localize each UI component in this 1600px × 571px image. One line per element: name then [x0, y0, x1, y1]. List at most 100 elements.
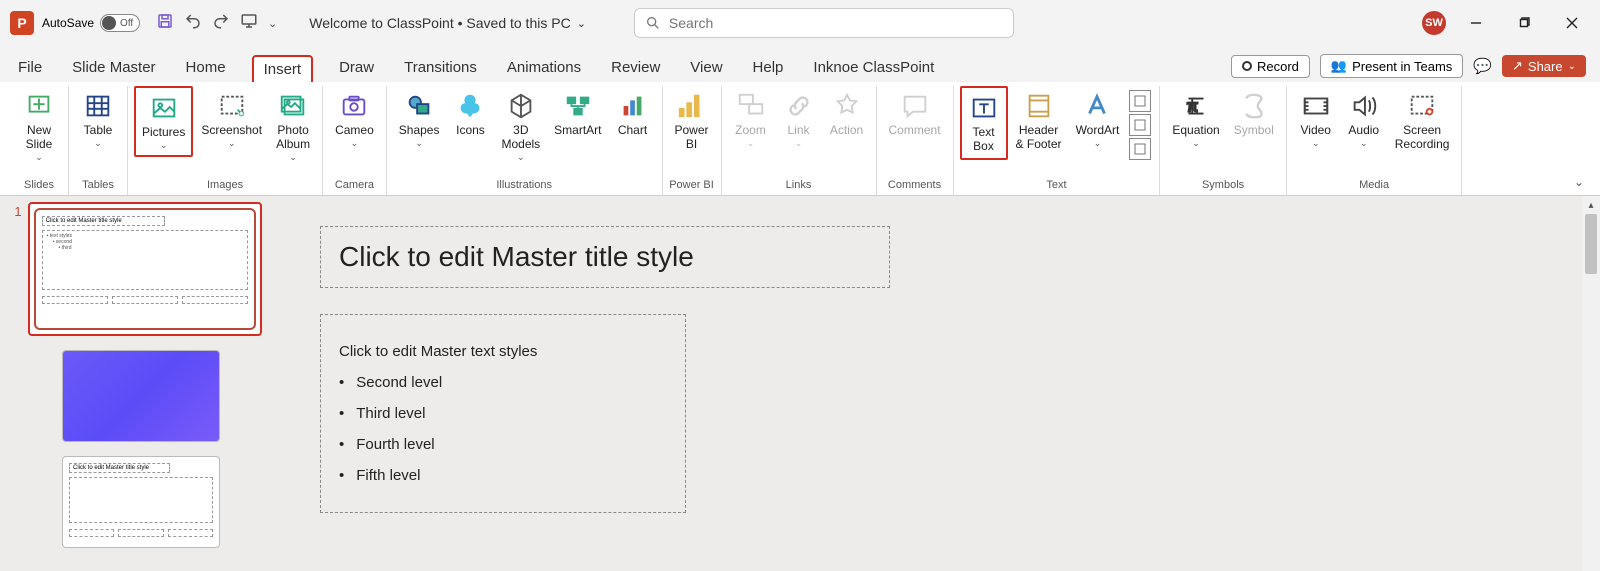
icons-button[interactable]: Icons: [447, 86, 493, 142]
redo-icon[interactable]: [212, 12, 230, 35]
search-input[interactable]: [669, 15, 1003, 31]
layout-thumbnail-1[interactable]: [62, 350, 220, 442]
text-box-button[interactable]: Text Box: [960, 86, 1008, 160]
body-level-1[interactable]: Click to edit Master text styles: [339, 343, 667, 360]
vertical-scrollbar[interactable]: ▴: [1582, 196, 1600, 571]
pictures-button[interactable]: Pictures⌄: [134, 86, 193, 157]
body-level-3[interactable]: Third level: [339, 405, 667, 422]
shapes-button[interactable]: Shapes⌄: [393, 86, 446, 153]
record-button[interactable]: Record: [1231, 55, 1310, 78]
tab-review[interactable]: Review: [607, 53, 664, 82]
comment-icon: [899, 90, 931, 122]
equation-button[interactable]: πEquation⌄: [1166, 86, 1225, 153]
wordart-button[interactable]: WordArt⌄: [1070, 86, 1126, 153]
power-bi-button[interactable]: Power BI: [669, 86, 715, 156]
icons-icon: [454, 90, 486, 122]
user-avatar[interactable]: SW: [1422, 11, 1446, 35]
cameo-button[interactable]: Cameo⌄: [329, 86, 380, 153]
equation-icon: π: [1180, 90, 1212, 122]
body-level-2[interactable]: Second level: [339, 374, 667, 391]
tab-animations[interactable]: Animations: [503, 53, 585, 82]
chevron-down-icon: ⌄: [289, 152, 297, 163]
close-button[interactable]: [1554, 9, 1590, 37]
minimize-button[interactable]: [1458, 9, 1494, 37]
chevron-down-icon: ⌄: [1094, 138, 1102, 149]
chart-button[interactable]: Chart: [610, 86, 656, 142]
save-icon[interactable]: [156, 12, 174, 35]
object-icon[interactable]: [1129, 138, 1151, 160]
chevron-down-icon: ⌄: [94, 138, 102, 149]
table-icon: [82, 90, 114, 122]
title-placeholder[interactable]: Click to edit Master title style: [320, 226, 890, 288]
text-box-icon: [968, 92, 1000, 124]
title-dropdown-icon[interactable]: ⌄: [577, 17, 586, 30]
audio-icon: [1348, 90, 1380, 122]
group-label-images: Images: [207, 177, 243, 195]
present-teams-button[interactable]: 👥 Present in Teams: [1320, 54, 1463, 78]
document-title: Welcome to ClassPoint • Saved to this PC: [309, 15, 570, 31]
tab-file[interactable]: File: [14, 53, 46, 82]
layout-thumbnail-2[interactable]: Click to edit Master title style: [62, 456, 220, 548]
collapse-ribbon-icon[interactable]: ⌄: [1574, 175, 1584, 189]
group-label-illustrations: Illustrations: [496, 177, 552, 195]
scroll-up-icon[interactable]: ▴: [1582, 196, 1600, 214]
group-label-comments: Comments: [888, 177, 941, 195]
audio-button[interactable]: Audio⌄: [1341, 86, 1387, 153]
smartart-icon: [562, 90, 594, 122]
photo-album-button[interactable]: Photo Album⌄: [270, 86, 316, 167]
header-footer-icon: [1023, 90, 1055, 122]
group-label-symbols: Symbols: [1202, 177, 1244, 195]
tab-insert[interactable]: Insert: [252, 55, 314, 82]
table-button[interactable]: Table⌄: [75, 86, 121, 153]
screenshot-icon: [216, 90, 248, 122]
zoom-icon: [735, 90, 767, 122]
chevron-down-icon: ⌄: [228, 138, 236, 149]
comments-pane-icon[interactable]: 💬: [1473, 57, 1492, 75]
share-button[interactable]: ↗ Share ⌄: [1502, 55, 1586, 77]
tab-transitions[interactable]: Transitions: [400, 53, 481, 82]
body-level-5[interactable]: Fifth level: [339, 467, 667, 484]
tab-classpoint[interactable]: Inknoe ClassPoint: [809, 53, 938, 82]
slide-editor[interactable]: Click to edit Master title style Click t…: [270, 196, 1600, 571]
tab-help[interactable]: Help: [749, 53, 788, 82]
chevron-down-icon: ⌄: [1312, 138, 1320, 149]
slide-number: 1: [8, 202, 22, 336]
link-button: Link⌄: [776, 86, 822, 153]
3d-models-button[interactable]: 3D Models⌄: [495, 86, 546, 167]
undo-icon[interactable]: [184, 12, 202, 35]
chart-icon: [617, 90, 649, 122]
tab-view[interactable]: View: [686, 53, 726, 82]
tab-draw[interactable]: Draw: [335, 53, 378, 82]
svg-text:π: π: [1187, 97, 1199, 116]
autosave-toggle[interactable]: Off: [100, 14, 140, 32]
qat-more-icon[interactable]: ⌄: [268, 17, 277, 30]
chevron-down-icon: ⌄: [795, 138, 803, 149]
smartart-button[interactable]: SmartArt: [548, 86, 607, 142]
tab-slide-master[interactable]: Slide Master: [68, 53, 159, 82]
power-bi-icon: [676, 90, 708, 122]
new-slide-button[interactable]: New Slide⌄: [16, 86, 62, 167]
action-icon: [831, 90, 863, 122]
chevron-down-icon: ⌄: [1360, 138, 1368, 149]
search-box[interactable]: [634, 8, 1014, 38]
cameo-icon: [338, 90, 370, 122]
slide-number-icon[interactable]: [1129, 114, 1151, 136]
restore-button[interactable]: [1506, 9, 1542, 37]
screen-recording-icon: [1406, 90, 1438, 122]
link-icon: [783, 90, 815, 122]
master-slide-thumbnail[interactable]: Click to edit Master title style • text …: [28, 202, 262, 336]
tab-home[interactable]: Home: [182, 53, 230, 82]
slide-thumbnail-pane[interactable]: 1 Click to edit Master title style • tex…: [0, 196, 270, 571]
video-button[interactable]: Video⌄: [1293, 86, 1339, 153]
screenshot-button[interactable]: Screenshot⌄: [195, 86, 268, 153]
present-icon[interactable]: [240, 12, 258, 35]
chevron-down-icon: ⌄: [747, 138, 755, 149]
scrollbar-thumb[interactable]: [1585, 214, 1597, 274]
date-time-icon[interactable]: [1129, 90, 1151, 112]
content-placeholder[interactable]: Click to edit Master text styles Second …: [320, 314, 686, 513]
body-level-4[interactable]: Fourth level: [339, 436, 667, 453]
screen-recording-button[interactable]: Screen Recording: [1389, 86, 1456, 156]
header-footer-button[interactable]: Header & Footer: [1010, 86, 1068, 156]
comment-button: Comment: [883, 86, 947, 142]
chevron-down-icon: ⌄: [1192, 138, 1200, 149]
